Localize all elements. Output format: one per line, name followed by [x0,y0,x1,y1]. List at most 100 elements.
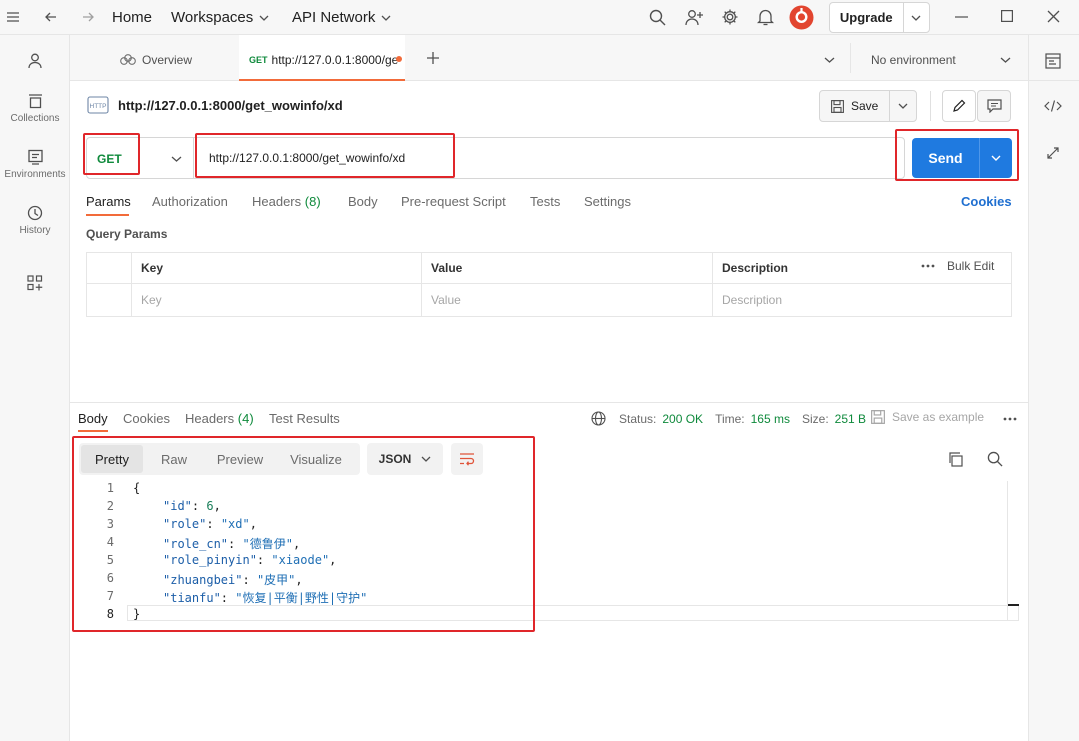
status-value[interactable]: 200 OK [662,412,703,426]
params-header-value: Value [421,252,713,284]
time-value[interactable]: 165 ms [751,412,790,426]
chevron-down-icon [1000,57,1011,63]
sidebar-item-history[interactable]: History [0,205,70,236]
upgrade-dropdown[interactable] [904,15,929,21]
more-options-icon[interactable] [921,264,935,268]
environment-label: No environment [871,53,956,67]
code-snippet-icon[interactable] [1044,99,1062,113]
invite-user-icon[interactable] [685,9,703,26]
comment-icon [986,99,1002,113]
svg-text:HTTP: HTTP [90,103,107,110]
workspaces-menu[interactable]: Workspaces [171,9,269,26]
response-tab-cookies[interactable]: Cookies [123,411,170,426]
minimize-icon[interactable] [955,16,968,18]
upgrade-button[interactable]: Upgrade [830,10,903,25]
globe-icon[interactable] [591,411,606,426]
overview-icon [120,54,136,66]
highlight-box-url [195,133,455,178]
params-header-key: Key [131,252,422,284]
active-tab-underline [86,214,129,216]
pencil-icon [952,99,966,113]
editor-scrollbar-track[interactable] [1007,481,1008,621]
right-rail [1028,35,1079,741]
workspaces-label: Workspaces [171,9,254,26]
close-icon[interactable] [1047,10,1060,23]
tab-params-label: Params [86,194,131,209]
tabs-overflow-chevron-icon[interactable] [824,57,835,63]
sidebar-item-collections[interactable]: Collections [0,93,70,124]
sidebar-item-account[interactable] [0,53,70,73]
search-response-icon[interactable] [987,451,1003,467]
sidebar-item-label: History [19,225,51,236]
tab-body[interactable]: Body [348,194,378,209]
response-meta: Status: 200 OK Time: 165 ms Size: 251 B [591,411,866,426]
tab-params[interactable]: Params [86,194,131,209]
cookies-link[interactable]: Cookies [961,194,1012,209]
size-value[interactable]: 251 B [835,412,866,426]
copy-icon[interactable] [948,452,963,467]
environment-select[interactable]: No environment [871,53,1011,67]
params-checkbox-header [86,252,132,284]
related-collections-icon[interactable] [1046,146,1060,160]
tab-headers[interactable]: Headers (8) [252,194,321,209]
tab-active-request[interactable]: GET http://127.0.0.1:8000/ge [239,35,405,81]
request-title[interactable]: http://127.0.0.1:8000/get_wowinfo/xd [118,98,343,113]
response-tab-test-results[interactable]: Test Results [269,411,340,426]
chevron-down-icon [171,156,182,162]
api-network-menu[interactable]: API Network [292,9,391,26]
back-arrow-icon[interactable] [44,10,58,24]
unsaved-dot-icon [396,56,402,62]
add-workbench-icon [0,275,70,291]
highlight-box-send [895,129,1019,181]
environment-quick-look-icon[interactable] [1045,53,1061,69]
new-tab-plus-icon[interactable] [426,51,440,65]
response-tab-body[interactable]: Body [78,411,108,426]
save-button-group: Save [819,90,917,122]
menu-icon[interactable] [6,11,20,23]
tab-overview[interactable]: Overview [120,53,192,67]
sidebar-item-label: Environments [4,169,66,180]
search-icon[interactable] [649,9,666,26]
sidebar: Collections Environments History [0,35,70,741]
forward-arrow-icon[interactable] [81,10,95,24]
editor-cursor-marker [1008,604,1019,606]
params-value-input[interactable]: Value [421,283,713,317]
settings-gear-icon[interactable] [721,8,739,26]
sidebar-item-configure[interactable] [0,275,70,295]
response-more-icon[interactable] [1003,417,1017,421]
save-button[interactable]: Save [820,99,889,113]
headers-count: (8) [304,194,321,209]
params-row-checkbox [86,283,132,317]
environments-icon [0,149,70,165]
upgrade-button-group: Upgrade [829,2,930,33]
highlight-box-method [83,133,140,175]
comments-button[interactable] [977,90,1011,122]
maximize-icon[interactable] [1001,10,1013,22]
response-tab-headers[interactable]: Headers (4) [185,411,254,426]
params-description-input[interactable]: Description [712,283,1012,317]
user-icon [0,53,70,69]
save-as-example-button[interactable]: Save as example [871,410,984,424]
response-headers-count: (4) [237,411,254,426]
history-icon [0,205,70,221]
size-label: Size: [801,411,829,426]
notifications-bell-icon[interactable] [757,8,774,26]
query-params-title: Query Params [86,227,168,241]
avatar[interactable] [789,5,814,30]
response-tab-headers-label: Headers [185,411,235,426]
bulk-edit-link[interactable]: Bulk Edit [947,259,994,273]
edit-button[interactable] [942,90,976,122]
params-header-actions: Bulk Edit [921,259,994,273]
params-key-input[interactable]: Key [131,283,422,317]
time-label: Time: [715,411,745,426]
response-active-underline [78,430,108,432]
tab-prerequest-script[interactable]: Pre-request Script [401,194,506,209]
tab-settings[interactable]: Settings [584,194,631,209]
save-dropdown[interactable] [890,103,916,109]
tab-tests[interactable]: Tests [530,194,560,209]
home-link[interactable]: Home [112,9,152,26]
save-label: Save [850,99,879,113]
tab-authorization[interactable]: Authorization [152,194,228,209]
sidebar-item-environments[interactable]: Environments [0,149,70,180]
tab-headers-label: Headers [252,194,302,209]
